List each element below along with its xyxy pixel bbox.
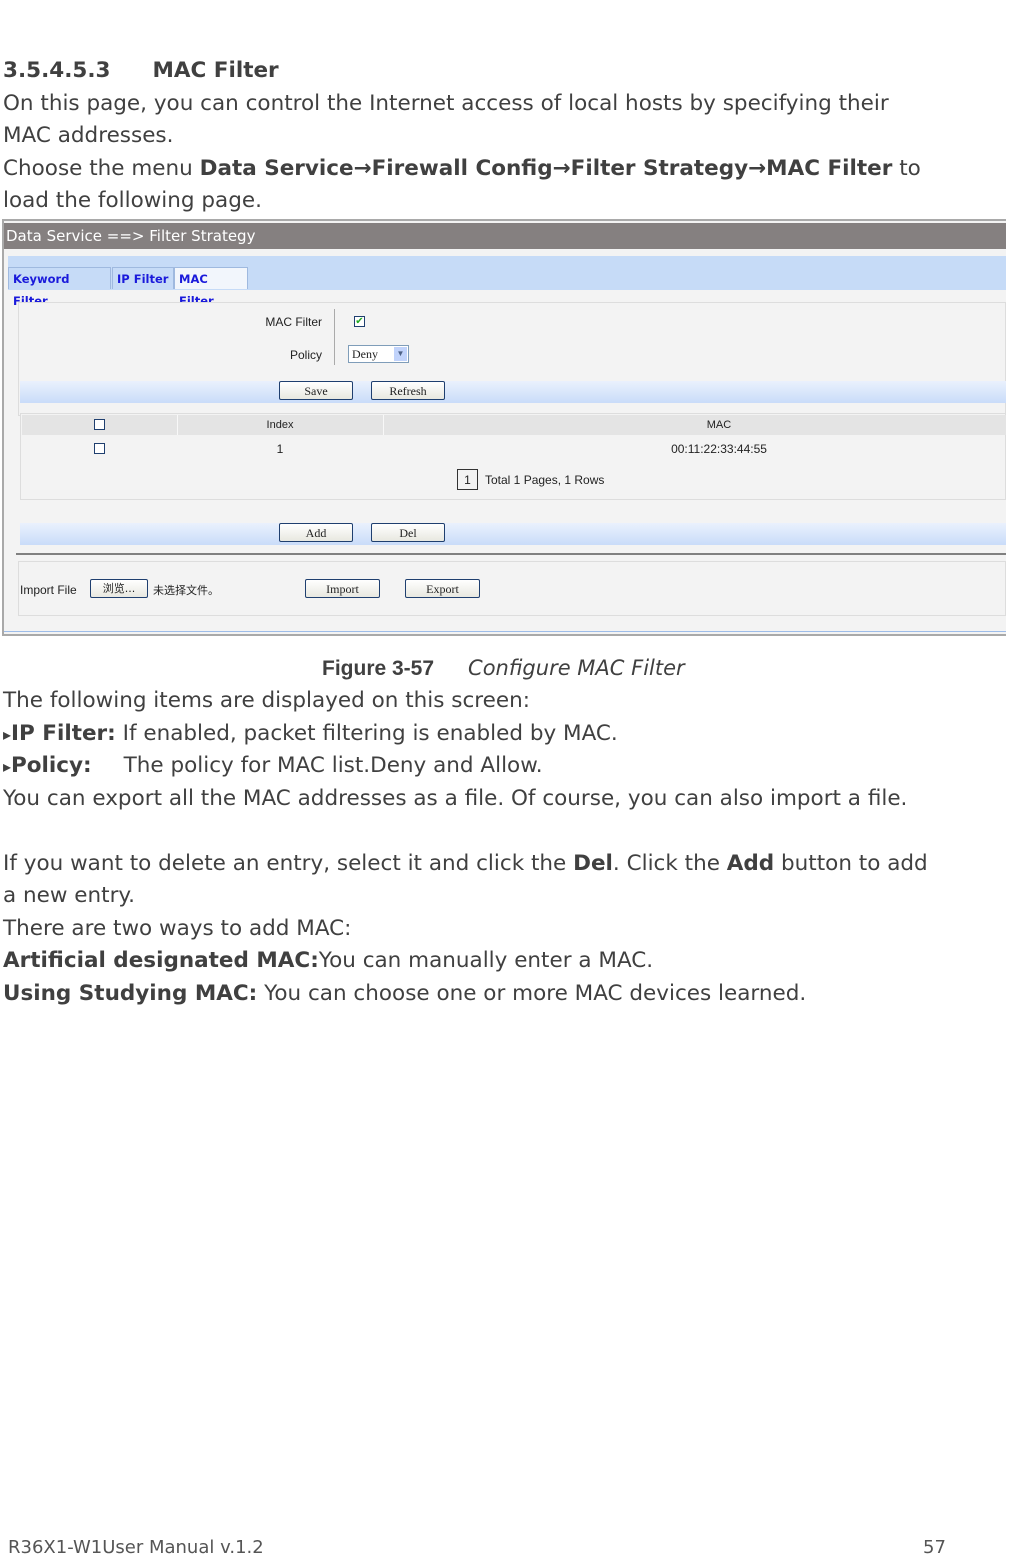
delete-note: If you want to delete an entry, select i… [3,851,928,876]
intro-line-2: MAC addresses. [3,123,174,148]
breadcrumb-title: Data Service ==> Filter Strategy [4,223,1006,249]
ip-filter-item: ▸IP Filter: If enabled, packet filtering… [3,721,618,746]
divider [334,309,335,365]
tab-keyword-filter[interactable]: Keyword Filter [8,267,111,308]
header-mac: MAC [706,419,732,431]
no-file-text: 未选择文件。 [153,585,219,597]
section-heading: 3.5.4.5.3 MAC Filter [3,58,279,83]
table-action-bar [20,523,1006,545]
export-button[interactable]: Export [405,579,480,598]
page-1-link[interactable]: 1 [457,469,478,490]
mac-filter-screenshot: Data Service ==> Filter Strategy Keyword… [2,219,1006,636]
del-button[interactable]: Del [371,523,445,542]
row-mac: 00:11:22:33:44:55 [671,442,767,456]
policy-select[interactable]: Deny ▼ [348,345,409,363]
policy-value: Deny [352,347,378,361]
select-all-checkbox[interactable] [94,419,105,430]
studying-mac: Using Studying MAC: You can choose one o… [3,981,807,1006]
refresh-button[interactable]: Refresh [371,381,445,400]
pager-text: Total 1 Pages, 1 Rows [485,473,605,487]
header-index: Index [266,419,294,431]
export-note: You can export all the MAC addresses as … [3,786,908,811]
menu-instruction: Choose the menu Data Service→Firewall Co… [3,156,921,181]
divider [16,553,1006,555]
mac-filter-checkbox[interactable]: ✔ [354,316,365,327]
policy-label: Policy [289,348,322,362]
ways-intro: There are two ways to add MAC: [3,916,352,941]
items-intro: The following items are displayed on thi… [3,688,530,713]
intro-line-1: On this page, you can control the Intern… [3,91,889,116]
tab-ip-filter[interactable]: IP Filter [112,267,174,289]
table-header: Index MAC [22,415,1006,435]
tab-bar: Keyword Filter IP Filter MAC Filter [8,256,1006,308]
action-bar [20,381,1006,403]
artificial-mac: Artificial designated MAC:You can manual… [3,948,654,973]
save-button[interactable]: Save [279,381,353,400]
import-file-label: Import File [20,583,77,597]
chevron-down-icon: ▼ [394,347,407,361]
figure-caption: Figure 3-57 Configure MAC Filter [322,656,685,680]
browse-button[interactable]: 浏览... [90,579,148,598]
policy-item: ▸Policy: The policy for MAC list.Deny and… [3,753,543,778]
add-button[interactable]: Add [279,523,353,542]
row-index: 1 [276,442,284,456]
import-button[interactable]: Import [305,579,380,598]
tab-mac-filter[interactable]: MAC Filter [174,267,248,308]
menu-instruction-line-2: load the following page. [3,188,262,213]
mac-filter-label: MAC Filter [265,315,322,329]
delete-note-line-2: a new entry. [3,883,135,908]
row-checkbox[interactable] [94,443,105,454]
table-row: 1 00:11:22:33:44:55 [22,439,1006,459]
